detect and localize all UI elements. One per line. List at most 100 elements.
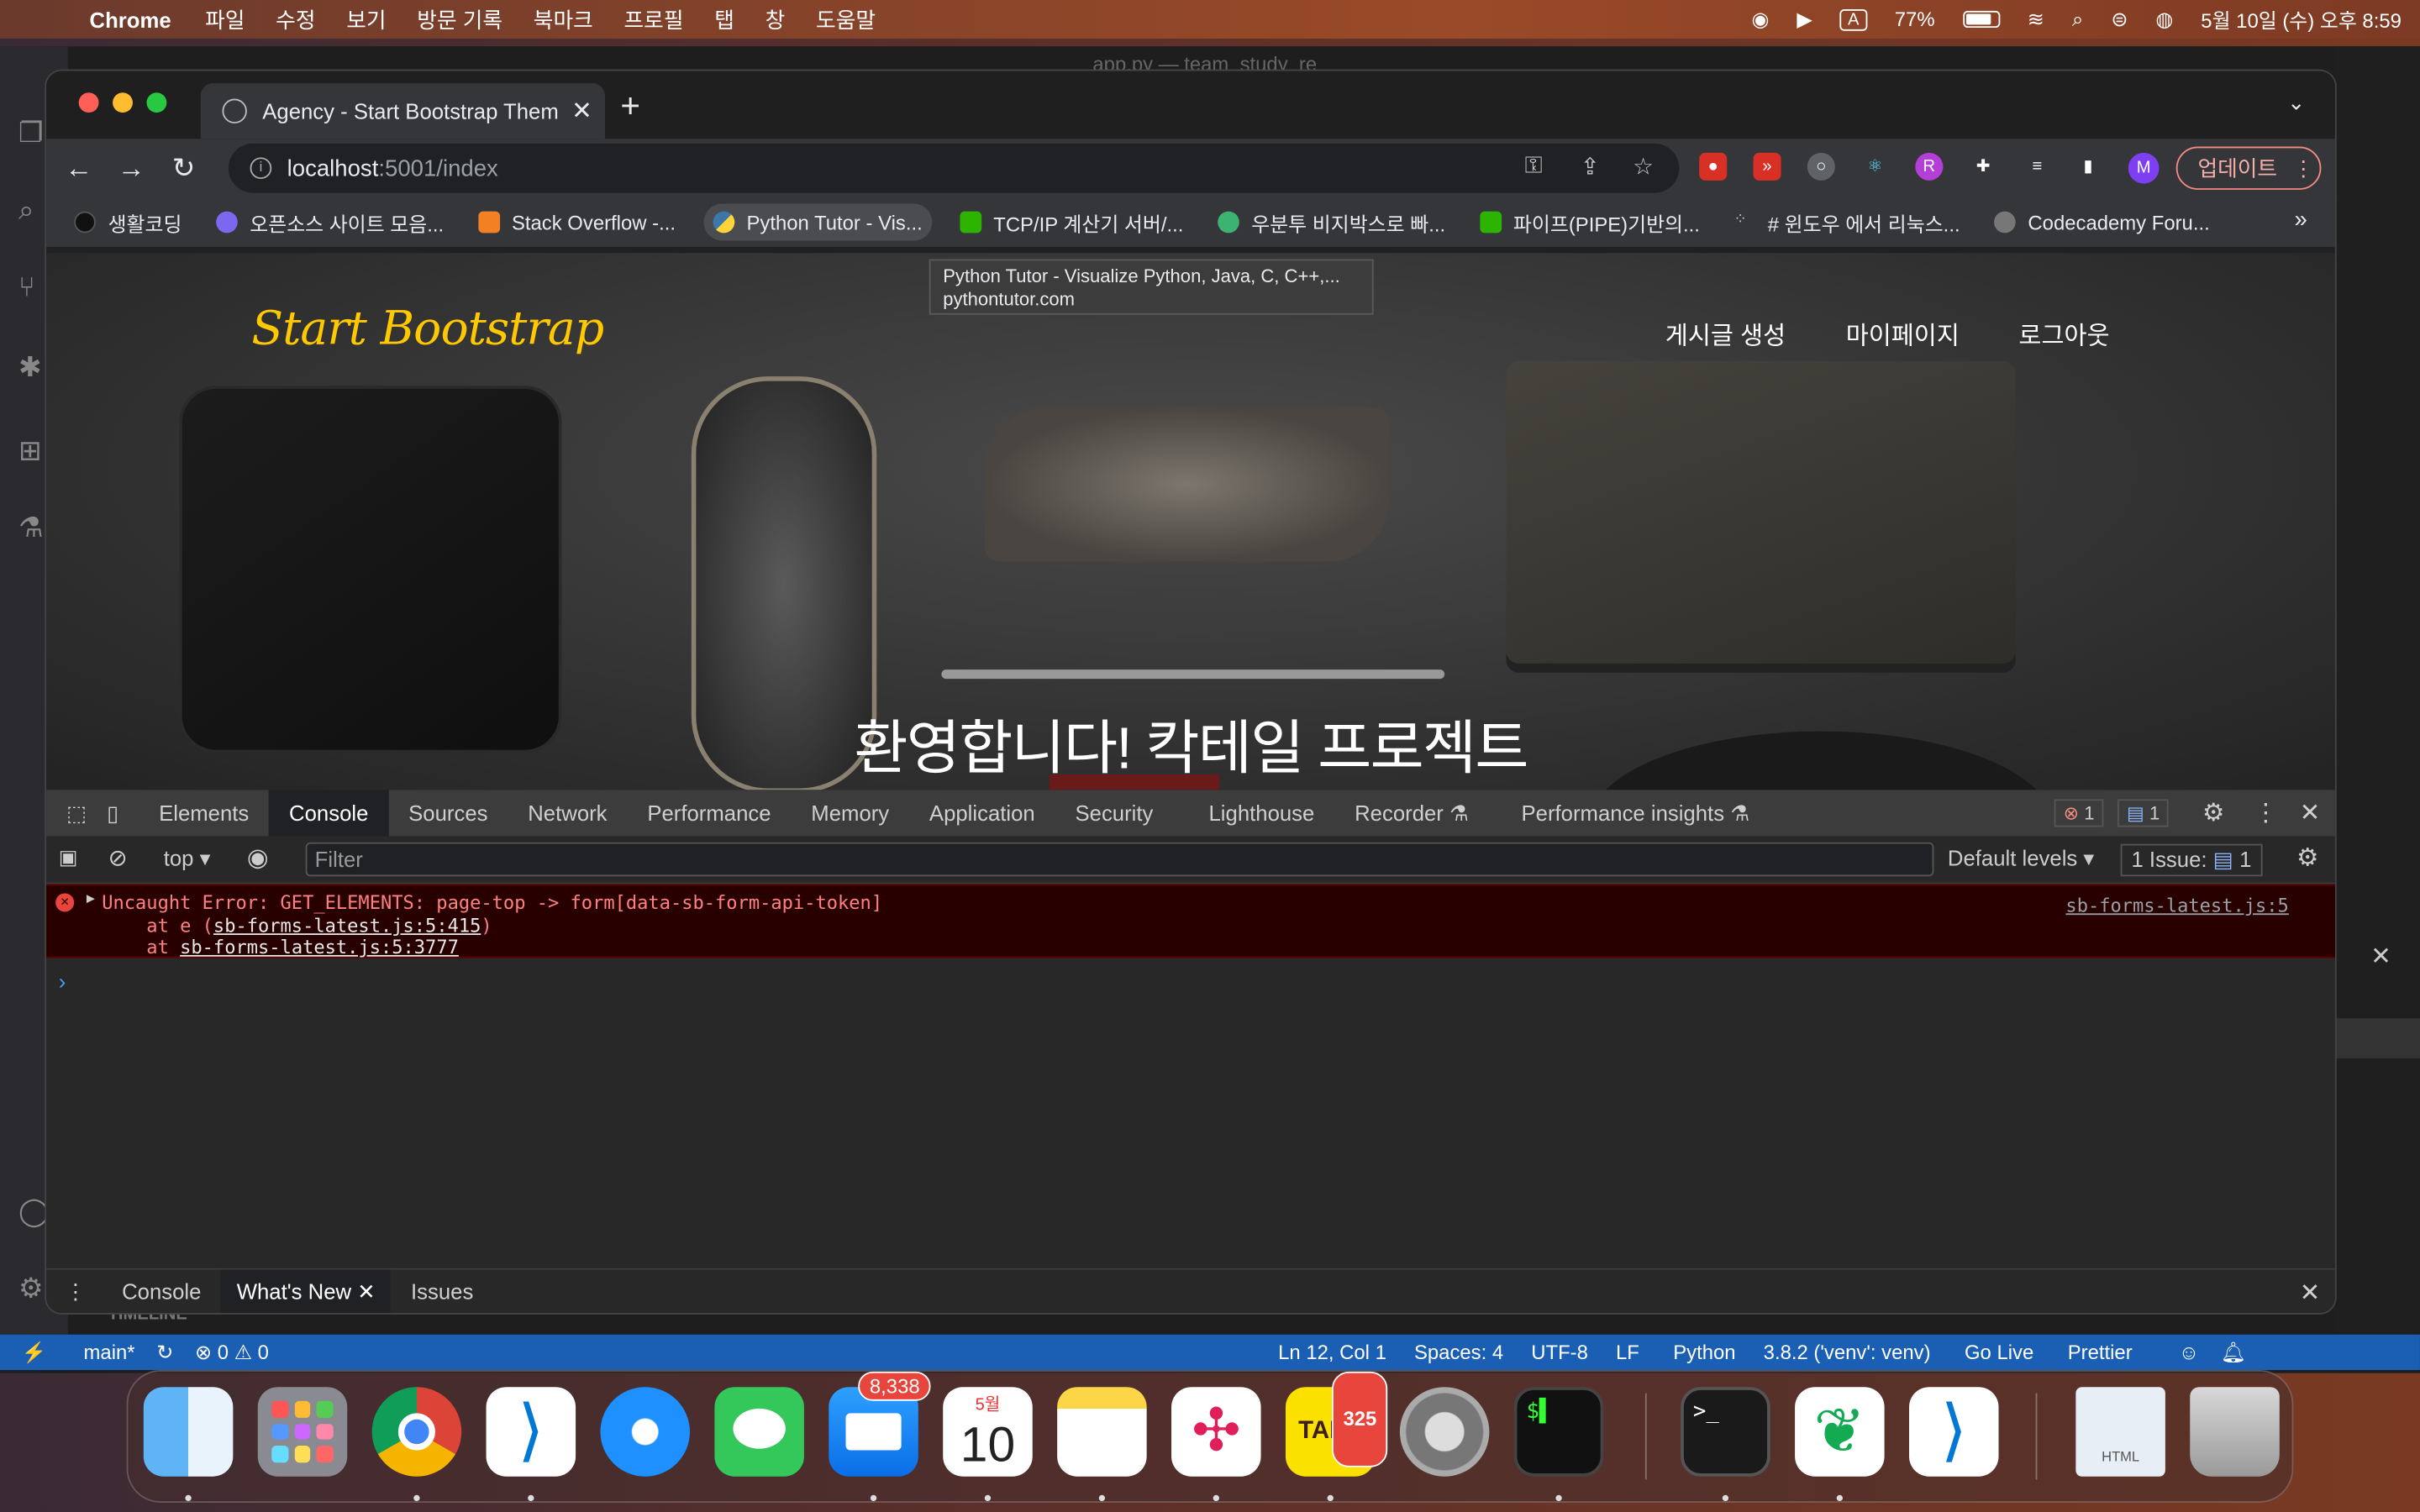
tab-lighthouse[interactable]: Lighthouse xyxy=(1189,790,1335,836)
feedback-icon[interactable]: ☺ xyxy=(2179,1341,2199,1364)
context-selector[interactable]: top ▾ xyxy=(164,846,211,872)
stack-link[interactable]: sb-forms-latest.js:5:415 xyxy=(213,915,481,937)
wifi-icon[interactable]: ≋ xyxy=(2028,7,2044,31)
slack-icon[interactable]: ✣ xyxy=(1171,1387,1261,1477)
siri-icon[interactable]: ◍ xyxy=(2155,7,2173,31)
menu-tab[interactable]: 탭 xyxy=(714,4,734,35)
extension-lr-icon[interactable]: R xyxy=(1915,152,1944,181)
battery-icon[interactable] xyxy=(1962,10,2000,29)
source-control-icon[interactable]: ⑂ xyxy=(18,271,50,302)
devtools-menu-icon[interactable]: ⋮ xyxy=(2254,798,2278,829)
menu-file[interactable]: 파일 xyxy=(205,4,245,35)
golive-status[interactable]: Go Live xyxy=(1965,1341,2033,1364)
bookmark-item[interactable]: 오픈소스 사이트 모음... xyxy=(210,203,450,240)
bookmark-item[interactable]: Python Tutor - Vis... xyxy=(703,203,932,241)
sidebar-toggle-icon[interactable]: ▣ xyxy=(59,846,78,870)
tab-memory[interactable]: Memory xyxy=(791,790,909,836)
react-devtools-icon[interactable]: ⚛ xyxy=(1861,153,1889,181)
site-info-icon[interactable]: i xyxy=(250,157,272,180)
bookmark-star-icon[interactable]: ☆ xyxy=(1633,153,1654,181)
menu-profiles[interactable]: 프로필 xyxy=(624,4,684,35)
log-levels-dropdown[interactable]: Default levels ▾ xyxy=(1948,846,2094,872)
input-source-icon[interactable]: A xyxy=(1839,8,1867,30)
profile-avatar[interactable]: M xyxy=(2128,152,2160,184)
problems-status[interactable]: ⊗ 0 ⚠ 0 xyxy=(195,1340,269,1364)
tab-security[interactable]: Security xyxy=(1055,790,1174,836)
stack-link[interactable]: sb-forms-latest.js:5:3777 xyxy=(180,937,459,958)
device-toolbar-icon[interactable]: ▯ xyxy=(107,790,139,836)
filter-input[interactable]: Filter xyxy=(305,842,1934,877)
drawer-tab-issues[interactable]: Issues xyxy=(391,1268,493,1313)
drawer-tab-whats-new[interactable]: What's New ✕ xyxy=(221,1268,392,1314)
issues-button[interactable]: 1 Issue: ▤ 1 xyxy=(2120,843,2263,877)
tab-elements[interactable]: Elements xyxy=(139,790,269,836)
tab-sources[interactable]: Sources xyxy=(388,790,508,836)
console-prompt-icon[interactable]: › xyxy=(59,969,66,993)
update-button[interactable]: 업데이트 ⋮ xyxy=(2175,146,2322,190)
zoom-window-button[interactable] xyxy=(146,92,167,113)
language-status[interactable]: Python xyxy=(1673,1341,1735,1364)
bell-icon[interactable]: 🔔︎ xyxy=(2221,1340,2246,1364)
settings-gear-icon[interactable]: ⚙ xyxy=(2202,798,2224,829)
safari-icon[interactable] xyxy=(600,1387,691,1477)
error-source-link[interactable]: sb-forms-latest.js:5 xyxy=(2065,895,2288,916)
chrome-icon[interactable] xyxy=(371,1387,462,1477)
more-bookmarks-icon[interactable]: » xyxy=(2295,207,2307,233)
search-icon[interactable]: ⌕ xyxy=(2072,7,2083,31)
menu-view[interactable]: 보기 xyxy=(346,4,386,35)
forward-icon[interactable]: → xyxy=(105,152,157,185)
close-devtools-icon[interactable]: ✕ xyxy=(2300,798,2321,829)
tab-console[interactable]: Console xyxy=(269,790,389,837)
minimize-window-button[interactable] xyxy=(113,92,133,113)
extensions-icon[interactable]: ⊞ xyxy=(18,435,50,466)
tab-agency[interactable]: Agency - Start Bootstrap Them ✕ xyxy=(200,83,605,139)
tab-application[interactable]: Application xyxy=(909,790,1055,836)
error-count-badge[interactable]: ⊗ 1 xyxy=(2054,799,2104,827)
message-count-badge[interactable]: ▤ 1 xyxy=(2117,799,2170,827)
nav-create-post[interactable]: 게시글 생성 xyxy=(1665,315,1786,352)
drawer-tab-console[interactable]: Console xyxy=(102,1268,221,1313)
share-icon[interactable]: ⇪ xyxy=(1581,153,1600,181)
close-window-button[interactable] xyxy=(78,92,99,113)
media-control-icon[interactable]: ≡ xyxy=(2023,153,2051,181)
close-icon[interactable]: ✕ xyxy=(2370,941,2391,972)
html-file-icon[interactable]: HTML xyxy=(2075,1387,2165,1477)
bookmark-item[interactable]: 생활코딩 xyxy=(68,203,188,240)
close-drawer-icon[interactable]: ✕ xyxy=(2300,1278,2321,1309)
testing-icon[interactable]: ⚗ xyxy=(18,512,50,543)
menu-bookmarks[interactable]: 북마크 xyxy=(534,4,593,35)
extension-record-icon[interactable]: ● xyxy=(1699,152,1728,181)
new-tab-icon[interactable]: + xyxy=(620,87,640,127)
vscode-icon[interactable]: ⟩ xyxy=(1908,1387,1999,1477)
bookmark-item[interactable]: ⁘ # 윈도우 에서 리눅스... xyxy=(1728,203,1966,240)
tab-performance[interactable]: Performance xyxy=(627,790,791,836)
bookmark-item[interactable]: 우분투 비지박스로 빠... xyxy=(1211,203,1451,240)
side-panel-icon[interactable]: ▮ xyxy=(2075,153,2102,181)
launchpad-icon[interactable] xyxy=(257,1387,348,1477)
site-brand-logo[interactable]: Start Bootstrap xyxy=(251,302,604,356)
sync-icon[interactable]: ↻ xyxy=(156,1340,173,1364)
nav-logout[interactable]: 로그아웃 xyxy=(2018,315,2109,352)
menu-edit[interactable]: 수정 xyxy=(276,4,315,35)
system-settings-icon[interactable] xyxy=(1399,1387,1490,1477)
explorer-icon[interactable]: ❐ xyxy=(18,118,50,149)
menu-help[interactable]: 도움말 xyxy=(816,4,876,35)
inspect-element-icon[interactable]: ⬚ xyxy=(46,790,107,836)
terminal-icon[interactable]: >_ xyxy=(1681,1387,1770,1477)
clear-console-icon[interactable]: ⊘ xyxy=(108,844,128,872)
debug-icon[interactable]: ✱ xyxy=(18,352,50,383)
bookmark-item[interactable]: 파이프(PIPE)기반의... xyxy=(1473,203,1706,240)
manage-gear-icon[interactable]: ⚙ xyxy=(18,1273,50,1304)
address-bar[interactable]: i localhost:5001/index ⚿ ⇪ ☆ xyxy=(228,143,1680,193)
kakaotalk-icon[interactable]: TALK 325 xyxy=(1285,1371,1388,1477)
notification-icon[interactable]: ◉ xyxy=(1752,7,1770,31)
vscode-icon[interactable]: ⟩ xyxy=(486,1387,576,1477)
account-icon[interactable]: ◯ xyxy=(18,1195,50,1226)
eol-status[interactable]: LF xyxy=(1616,1341,1639,1364)
kebab-menu-icon[interactable]: ⋮ xyxy=(2292,155,2314,181)
live-expression-eye-icon[interactable]: ◉ xyxy=(247,843,269,874)
bookmark-item[interactable]: TCP/IP 계산기 서버/... xyxy=(953,203,1189,240)
extension-circle-icon[interactable]: ○ xyxy=(1807,152,1835,181)
play-icon[interactable]: ▶ xyxy=(1797,7,1812,31)
interpreter-status[interactable]: 3.8.2 ('venv': venv) xyxy=(1764,1341,1931,1364)
